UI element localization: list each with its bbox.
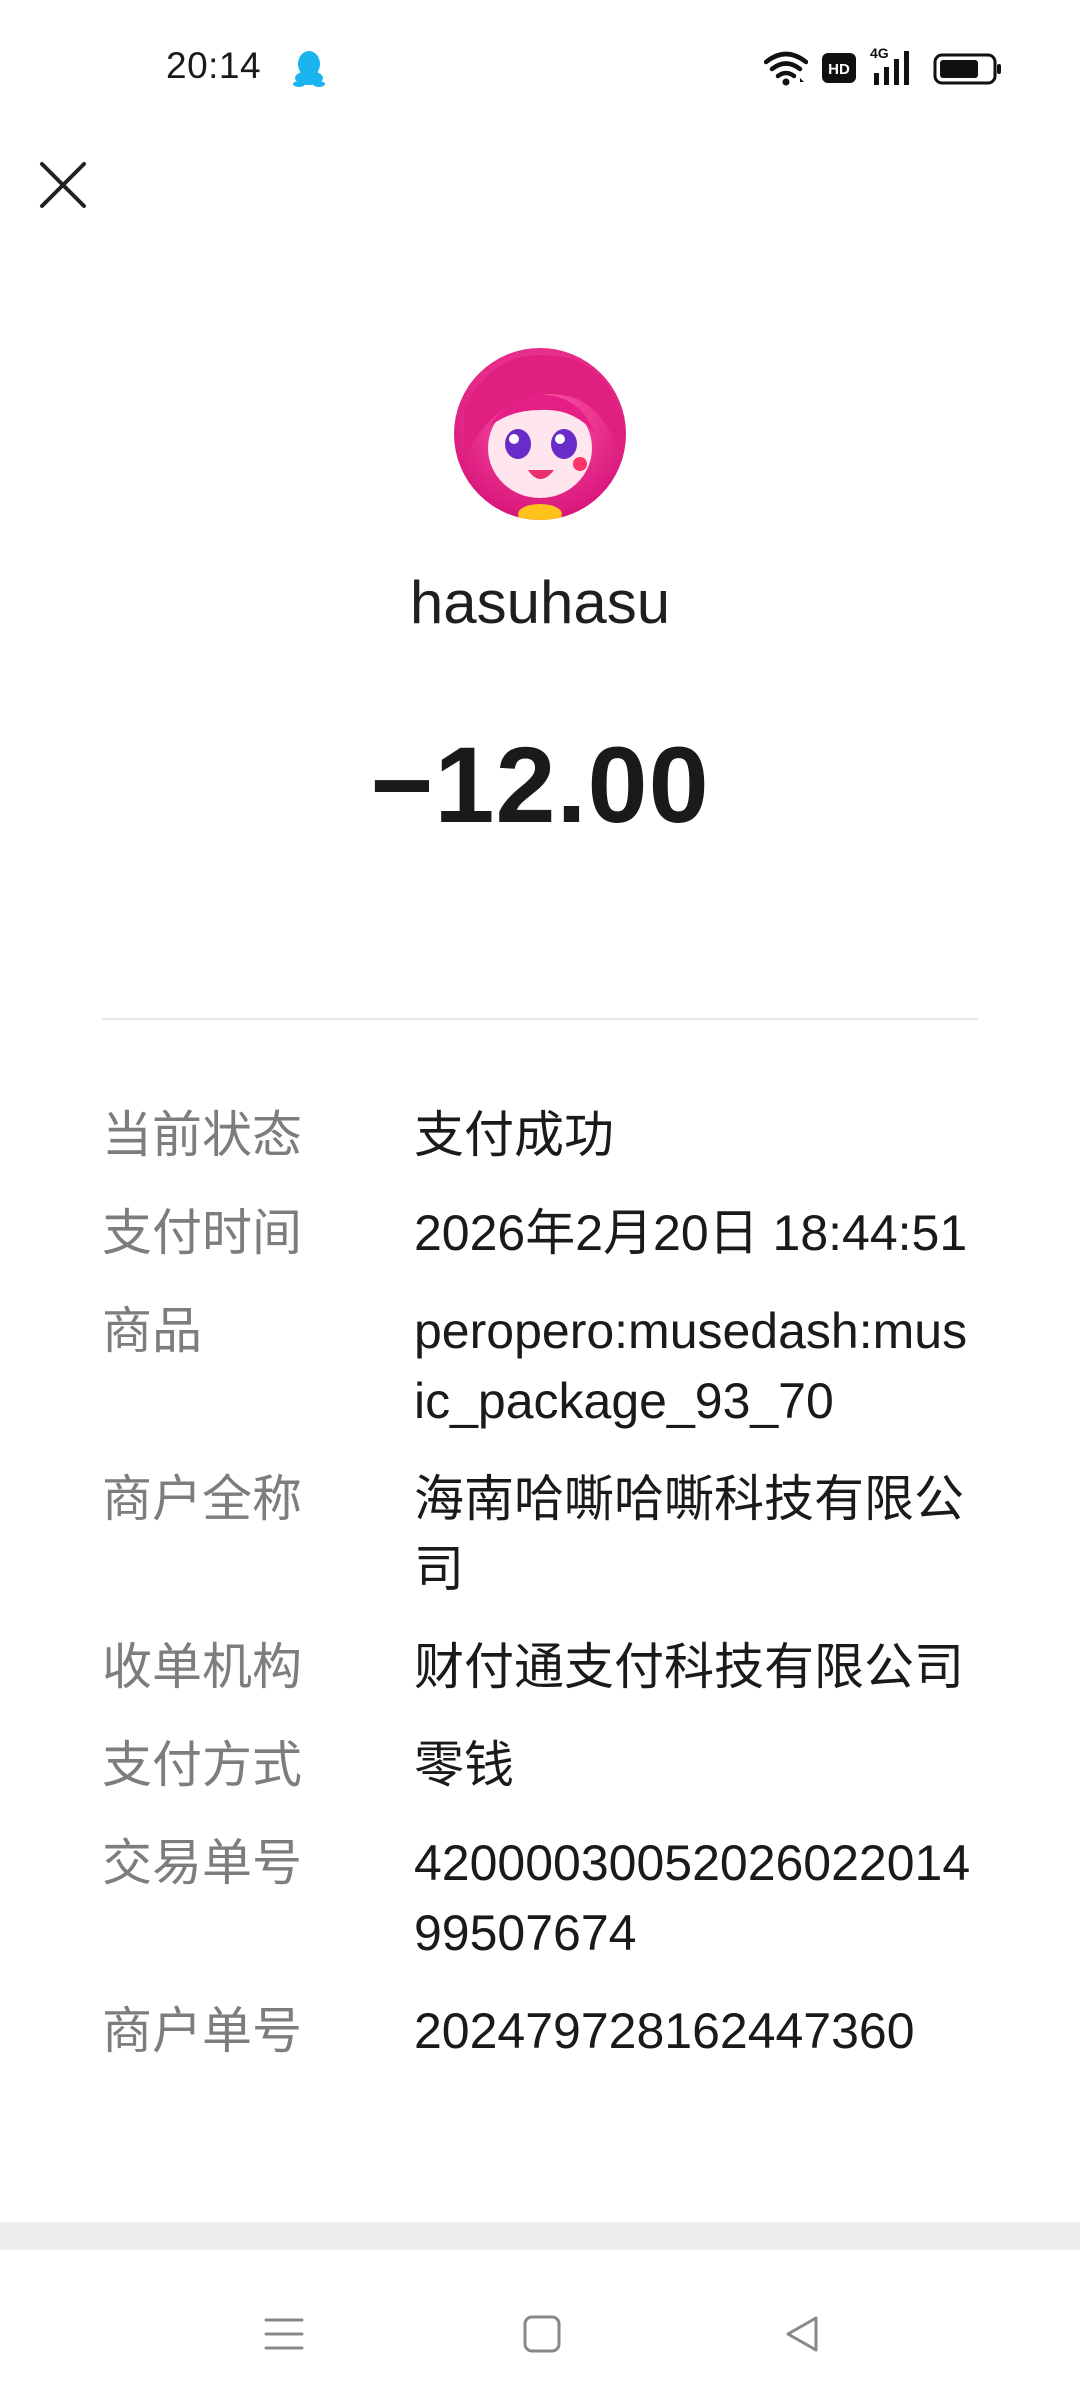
close-button[interactable]	[28, 152, 98, 222]
detail-label: 交易单号	[102, 1835, 302, 1891]
detail-label: 当前状态	[102, 1107, 302, 1163]
svg-text:4G: 4G	[870, 45, 889, 61]
menu-button[interactable]	[254, 2306, 314, 2366]
back-triangle-icon	[782, 2314, 822, 2359]
payment-amount: −12.00	[370, 724, 710, 845]
detail-label: 商户全称	[102, 1471, 302, 1527]
detail-row-merchant-order-id: 商户单号 202479728162447360	[102, 1996, 978, 2066]
anime-girl-avatar	[454, 348, 626, 520]
home-square-icon	[522, 2314, 562, 2359]
signal-4g-icon: 4G	[870, 45, 922, 87]
detail-value[interactable]: 202479728162447360	[414, 1996, 974, 2066]
wifi-icon	[763, 50, 809, 88]
detail-label: 商户单号	[102, 2003, 302, 2059]
payee-avatar[interactable]	[454, 348, 626, 520]
detail-value: 零钱	[414, 1737, 514, 1793]
detail-row-product: 商品 peropero:musedash:music_package_93_70	[102, 1296, 978, 1436]
status-bar: 20:14 HD 4G	[0, 0, 1080, 138]
detail-row-merchant-name: 商户全称 海南哈嘶哈嘶科技有限公司	[102, 1464, 978, 1604]
detail-label: 商品	[102, 1303, 202, 1359]
detail-value: peropero:musedash:music_package_93_70	[414, 1303, 968, 1429]
divider	[102, 1018, 978, 1020]
detail-label: 收单机构	[102, 1639, 302, 1695]
payee-name: hasuhasu	[409, 569, 671, 636]
back-button[interactable]	[772, 2306, 832, 2366]
menu-icon	[264, 2314, 304, 2359]
bottom-separator	[0, 2222, 1080, 2250]
detail-row-transaction-id: 交易单号 4200003005202602201499507674	[102, 1828, 978, 1968]
status-time: 20:14	[166, 45, 262, 86]
hd-icon: HD	[822, 53, 856, 83]
close-icon	[38, 160, 88, 215]
detail-row-pay-method: 支付方式 零钱	[102, 1730, 978, 1800]
detail-row-pay-time: 支付时间 2026年2月20日 18:44:51	[102, 1198, 978, 1268]
detail-value: 海南哈嘶哈嘶科技有限公司	[414, 1471, 964, 1597]
svg-text:HD: HD	[828, 61, 850, 78]
detail-value: 财付通支付科技有限公司	[414, 1639, 964, 1695]
qq-icon	[290, 48, 328, 88]
detail-value: 2026年2月20日 18:44:51	[414, 1205, 968, 1261]
detail-value[interactable]: 4200003005202602201499507674	[414, 1828, 974, 1968]
detail-row-status: 当前状态 支付成功	[102, 1100, 978, 1170]
detail-value: 支付成功	[414, 1107, 614, 1163]
detail-row-acquirer: 收单机构 财付通支付科技有限公司	[102, 1632, 978, 1702]
home-button[interactable]	[512, 2306, 572, 2366]
detail-label: 支付方式	[102, 1737, 302, 1793]
battery-icon	[933, 52, 1003, 86]
transaction-details: 当前状态 支付成功 支付时间 2026年2月20日 18:44:51 商品 pe…	[102, 1100, 978, 2094]
detail-label: 支付时间	[102, 1205, 302, 1261]
